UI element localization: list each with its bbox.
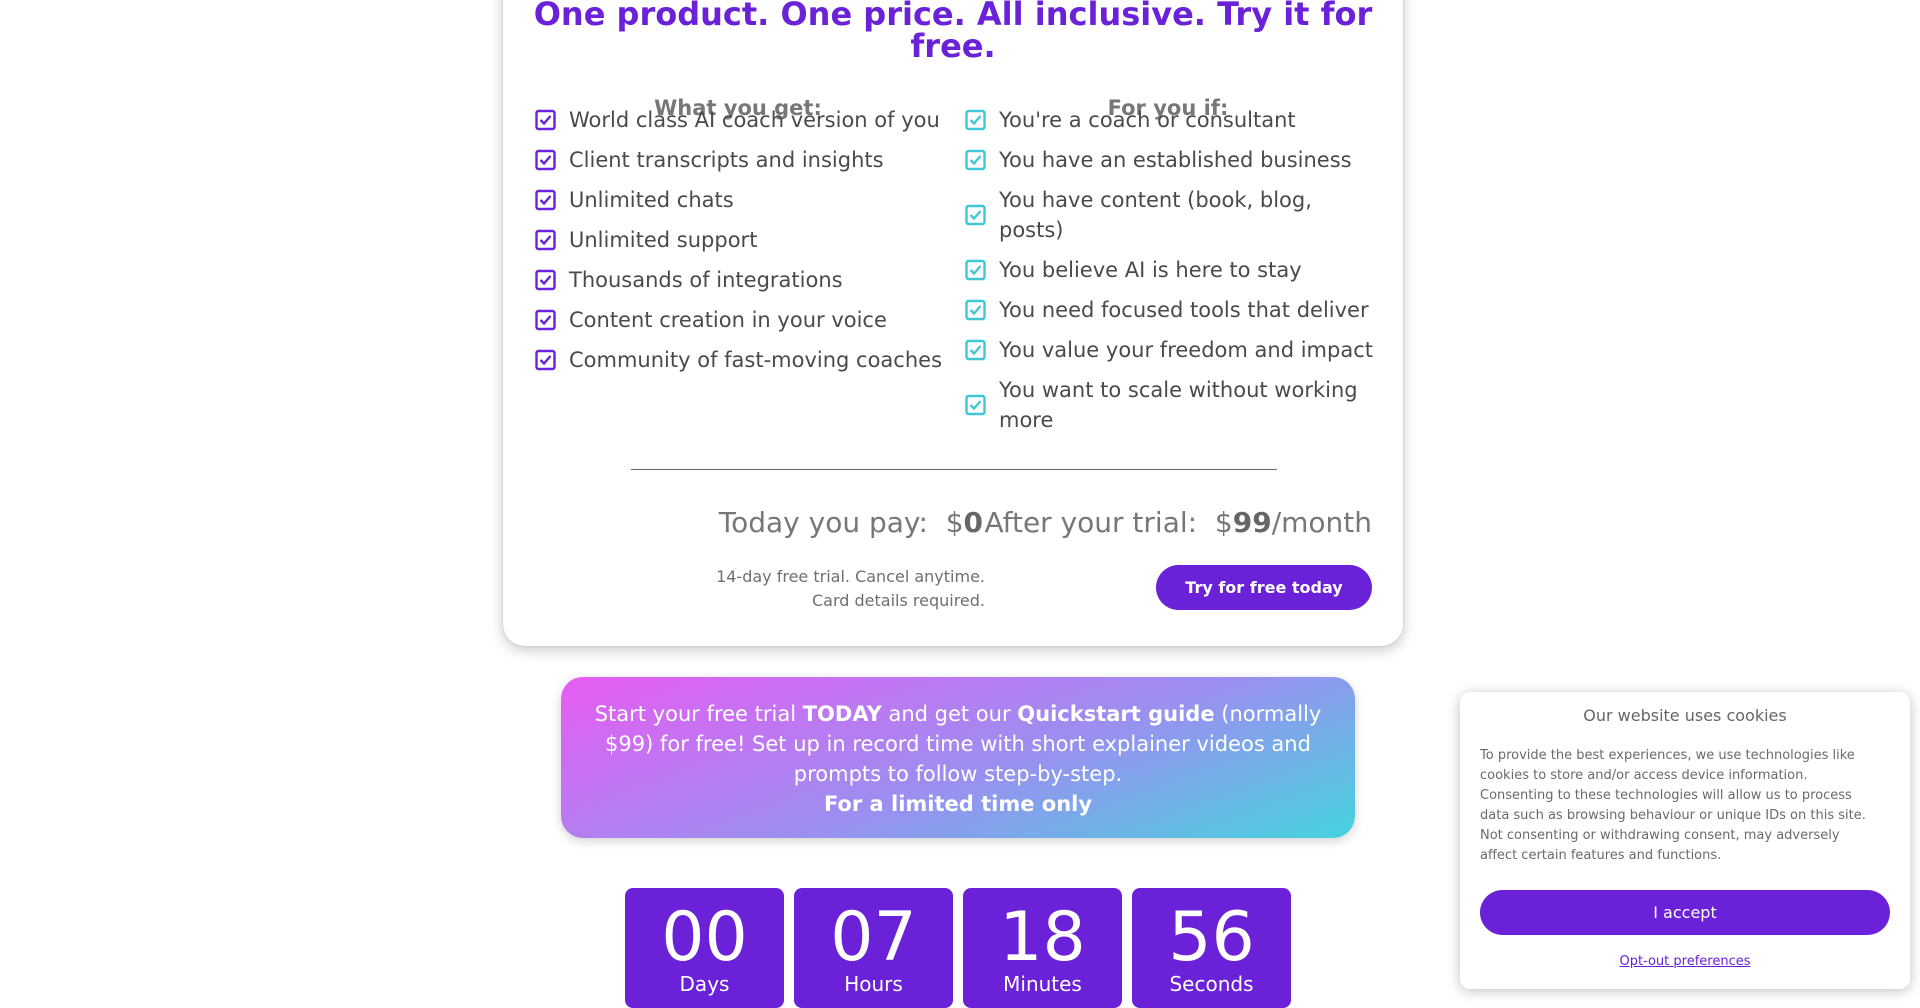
promo-text-part: Start your free trial	[594, 702, 803, 726]
promo-text: Start your free trial TODAY and get our …	[581, 699, 1335, 789]
countdown-value: 00	[661, 898, 748, 977]
divider	[631, 469, 1277, 470]
fit-text: You need focused tools that deliver	[999, 298, 1369, 322]
trial-note-line: 14-day free trial. Cancel anytime.	[716, 567, 985, 586]
after-amount: 99	[1232, 506, 1272, 539]
pricing-card: One product. One price. All inclusive. T…	[503, 0, 1403, 646]
feature-text: Unlimited support	[569, 228, 758, 252]
checkbox-checked-icon	[965, 149, 986, 171]
checkbox-checked-icon	[965, 109, 986, 131]
checkbox-checked-icon	[535, 109, 556, 131]
feature-text: Client transcripts and insights	[569, 148, 884, 172]
promo-highlight: Quickstart guide	[1017, 702, 1215, 726]
today-label: Today you pay:	[718, 506, 928, 539]
fit-item: You have an established business	[965, 145, 1375, 175]
countdown-minutes: 18 Minutes	[963, 888, 1122, 1008]
promo-highlight: TODAY	[802, 702, 882, 726]
checkbox-checked-icon	[965, 204, 986, 226]
features-list: World class AI coach version of you Clie…	[535, 105, 955, 385]
promo-text-part: and get our	[881, 702, 1018, 726]
feature-item: Unlimited chats	[535, 185, 955, 215]
checkbox-checked-icon	[535, 229, 556, 251]
fit-item: You're a coach or consultant	[965, 105, 1375, 135]
after-period: /month	[1271, 506, 1372, 539]
feature-item: World class AI coach version of you	[535, 105, 955, 135]
checkbox-checked-icon	[965, 339, 986, 361]
feature-item: Content creation in your voice	[535, 305, 955, 335]
countdown-timer: 00 Days 07 Hours 18 Minutes 56 Seconds	[625, 888, 1291, 1008]
fit-list: You're a coach or consultant You have an…	[965, 105, 1375, 445]
cookie-optout-link[interactable]: Opt-out preferences	[1460, 954, 1910, 969]
fit-text: You have content (book, blog, posts)	[999, 188, 1312, 242]
pricing-headline: One product. One price. All inclusive. T…	[533, 0, 1373, 65]
countdown-label: Days	[679, 972, 730, 996]
fit-item: You value your freedom and impact	[965, 335, 1375, 365]
feature-text: Thousands of integrations	[569, 268, 843, 292]
feature-item: Community of fast-moving coaches	[535, 345, 955, 375]
after-currency: $	[1214, 506, 1233, 539]
today-amount: 0	[963, 506, 983, 539]
countdown-value: 18	[999, 898, 1086, 977]
today-currency: $	[945, 506, 964, 539]
fit-item: You want to scale without working more	[965, 375, 1375, 435]
trial-note: 14-day free trial. Cancel anytime. Card …	[633, 565, 985, 613]
fit-item: You believe AI is here to stay	[965, 255, 1375, 285]
countdown-value: 56	[1168, 898, 1255, 977]
feature-text: World class AI coach version of you	[569, 108, 940, 132]
after-label: After your trial:	[984, 506, 1198, 539]
checkbox-checked-icon	[965, 394, 986, 416]
countdown-days: 00 Days	[625, 888, 784, 1008]
checkbox-checked-icon	[535, 149, 556, 171]
cookie-accept-button[interactable]: I accept	[1480, 890, 1890, 935]
fit-text: You're a coach or consultant	[999, 108, 1296, 132]
feature-item: Unlimited support	[535, 225, 955, 255]
cookie-consent-panel: Our website uses cookies To provide the …	[1460, 692, 1910, 989]
promo-limited: For a limited time only	[823, 792, 1093, 816]
feature-item: Thousands of integrations	[535, 265, 955, 295]
feature-item: Client transcripts and insights	[535, 145, 955, 175]
checkbox-checked-icon	[535, 309, 556, 331]
after-trial-price: After your trial: $99/month	[984, 506, 1372, 539]
fit-item: You need focused tools that deliver	[965, 295, 1375, 325]
today-price: Today you pay: $0	[719, 506, 983, 539]
feature-text: Unlimited chats	[569, 188, 734, 212]
countdown-label: Minutes	[1003, 972, 1082, 996]
checkbox-checked-icon	[965, 259, 986, 281]
checkbox-checked-icon	[535, 189, 556, 211]
fit-text: You value your freedom and impact	[999, 338, 1373, 362]
fit-text: You believe AI is here to stay	[999, 258, 1302, 282]
checkbox-checked-icon	[535, 349, 556, 371]
fit-item: You have content (book, blog, posts)	[965, 185, 1375, 245]
trial-note-line: Card details required.	[811, 591, 985, 610]
countdown-seconds: 56 Seconds	[1132, 888, 1291, 1008]
feature-text: Community of fast-moving coaches	[569, 348, 943, 372]
promo-banner: Start your free trial TODAY and get our …	[561, 677, 1355, 838]
checkbox-checked-icon	[965, 299, 986, 321]
try-for-free-button[interactable]: Try for free today	[1156, 565, 1372, 610]
countdown-label: Hours	[844, 972, 903, 996]
fit-text: You have an established business	[999, 148, 1352, 172]
countdown-label: Seconds	[1169, 972, 1254, 996]
checkbox-checked-icon	[535, 269, 556, 291]
feature-text: Content creation in your voice	[569, 308, 887, 332]
cookie-title: Our website uses cookies	[1583, 706, 1787, 725]
cookie-body: To provide the best experiences, we use …	[1480, 748, 1866, 863]
fit-text: You want to scale without working more	[999, 378, 1358, 432]
countdown-hours: 07 Hours	[794, 888, 953, 1008]
countdown-value: 07	[830, 898, 917, 977]
